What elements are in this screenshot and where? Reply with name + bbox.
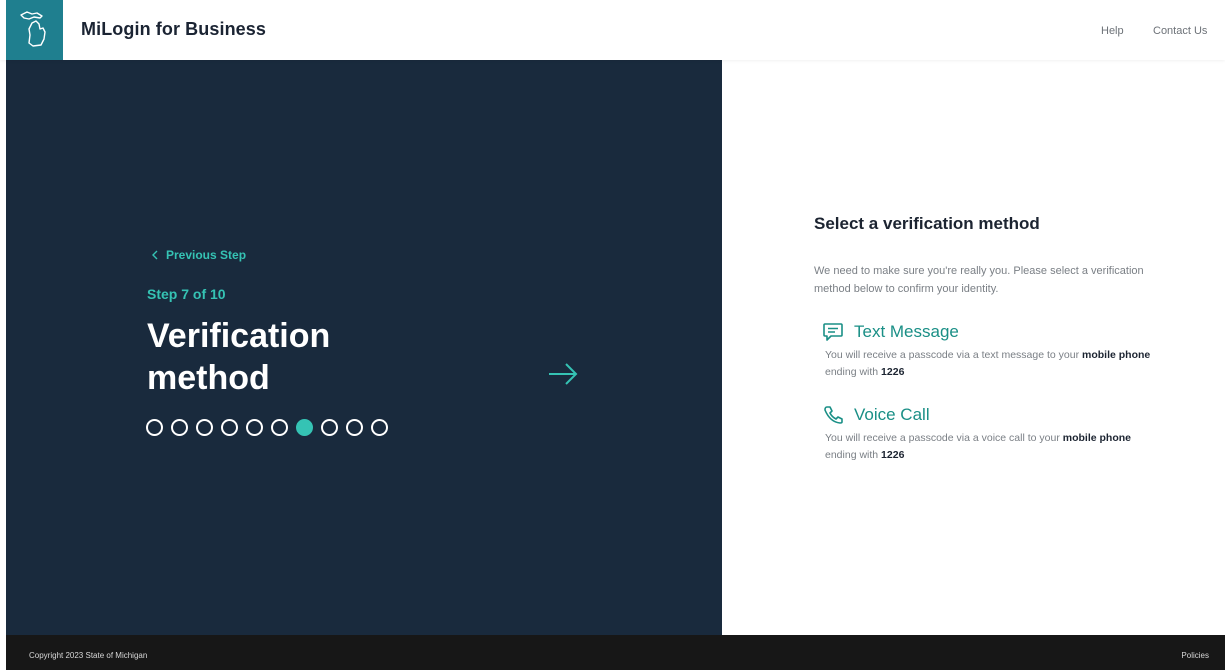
page-title: Verification method (147, 315, 467, 399)
michigan-map-icon (19, 11, 46, 47)
michigan-logo[interactable] (6, 0, 63, 60)
desc-bold: mobile phone (1082, 349, 1151, 361)
contact-us-link[interactable]: Contact Us (1153, 25, 1207, 37)
desc-text: ending with (825, 449, 882, 461)
desc-bold: mobile phone (1062, 432, 1131, 444)
policies-link[interactable]: Policies (1181, 651, 1209, 660)
help-link[interactable]: Help (1101, 25, 1124, 37)
step-dot (221, 419, 238, 436)
step-progress-dots (146, 419, 388, 436)
text-message-label: Text Message (854, 322, 959, 341)
phone-icon (824, 406, 843, 424)
previous-step-label: Previous Step (166, 248, 247, 262)
step-dot (146, 419, 163, 436)
next-arrow-icon[interactable] (546, 360, 580, 388)
copyright-text: Copyright 2023 State of Michigan (29, 651, 148, 660)
voice-call-label: Voice Call (854, 405, 930, 424)
section-description: We need to make sure you're really you. … (814, 265, 1144, 295)
message-icon (823, 323, 843, 341)
desc-text: You will receive a passcode via a text m… (825, 349, 1082, 361)
page-title-line1: Verification (147, 317, 331, 355)
step-dot-current (296, 419, 313, 436)
voice-call-description: You will receive a passcode via a voice … (822, 430, 1152, 464)
section-title: Select a verification method (814, 214, 1040, 233)
step-dot (246, 419, 263, 436)
page-title-line2: method (147, 359, 270, 397)
step-dot (171, 419, 188, 436)
step-dot (371, 419, 388, 436)
brand-title: MiLogin for Business (81, 19, 267, 39)
desc-text: You will receive a passcode via a voice … (825, 432, 1063, 444)
footer: Copyright 2023 State of Michigan Policie… (6, 635, 1225, 670)
step-dot (321, 419, 338, 436)
top-header: MiLogin for Business Help Contact Us (0, 0, 1225, 60)
step-panel: Previous Step Step 7 of 10 Verification … (6, 60, 722, 635)
desc-text: ending with (825, 366, 882, 378)
text-message-description: You will receive a passcode via a text m… (822, 347, 1152, 381)
page: MiLogin for Business Help Contact Us Pre… (0, 0, 1225, 670)
text-message-option[interactable]: Text Message You will receive a passcode… (822, 322, 1152, 381)
voice-call-option[interactable]: Voice Call You will receive a passcode v… (822, 405, 1152, 464)
step-dot (346, 419, 363, 436)
chevron-left-icon (152, 250, 158, 260)
phone-ending: 1226 (881, 449, 905, 461)
step-dot (271, 419, 288, 436)
phone-ending: 1226 (881, 366, 905, 378)
step-dot (196, 419, 213, 436)
step-indicator: Step 7 of 10 (147, 286, 226, 302)
previous-step-button[interactable]: Previous Step (152, 248, 246, 262)
